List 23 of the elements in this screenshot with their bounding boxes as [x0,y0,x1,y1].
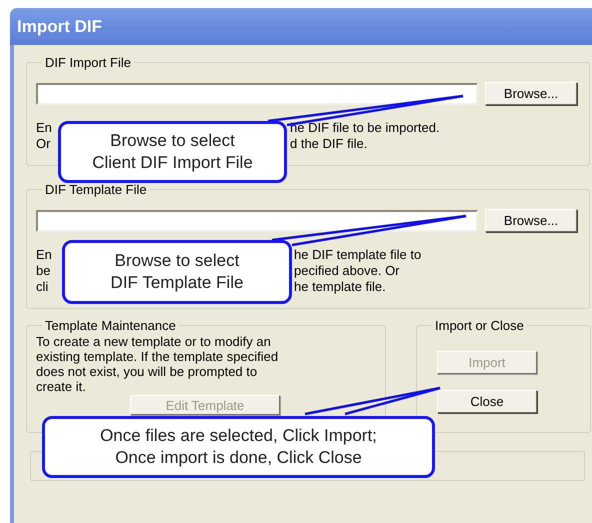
button[interactable]: Close [437,390,537,413]
callout: Browse to select DIF Template File [62,240,292,304]
description-text: En [36,120,52,136]
group-title: Template Maintenance [44,318,177,333]
description-text: he template file. [294,279,386,295]
description-text: he DIF template file to [294,247,422,263]
group-title: DIF Template File [44,182,148,197]
file-path-field[interactable] [36,210,478,232]
button[interactable]: Browse... [485,209,577,232]
description-text: d the DIF file. [290,136,368,152]
group-title: Import or Close [434,318,525,333]
instruction-text: To create a new template or to modify an existing template. If the template specified does not exist, you will be prompted to create it. [36,334,278,394]
callout: Browse to select Client DIF Import File [58,121,287,183]
group-title: DIF Import File [44,55,132,70]
file-path-field[interactable] [36,82,478,104]
description-text: pecified above. Or [294,263,400,279]
description-text: be [36,263,50,279]
button[interactable]: Browse... [485,82,577,105]
description-text: En [36,247,52,263]
window-title: Import DIF [17,16,102,36]
description-text: cli [36,279,48,295]
description-text: Or [36,136,50,152]
callout: Once files are selected, Click Import; Once import is done, Click Close [42,416,435,478]
